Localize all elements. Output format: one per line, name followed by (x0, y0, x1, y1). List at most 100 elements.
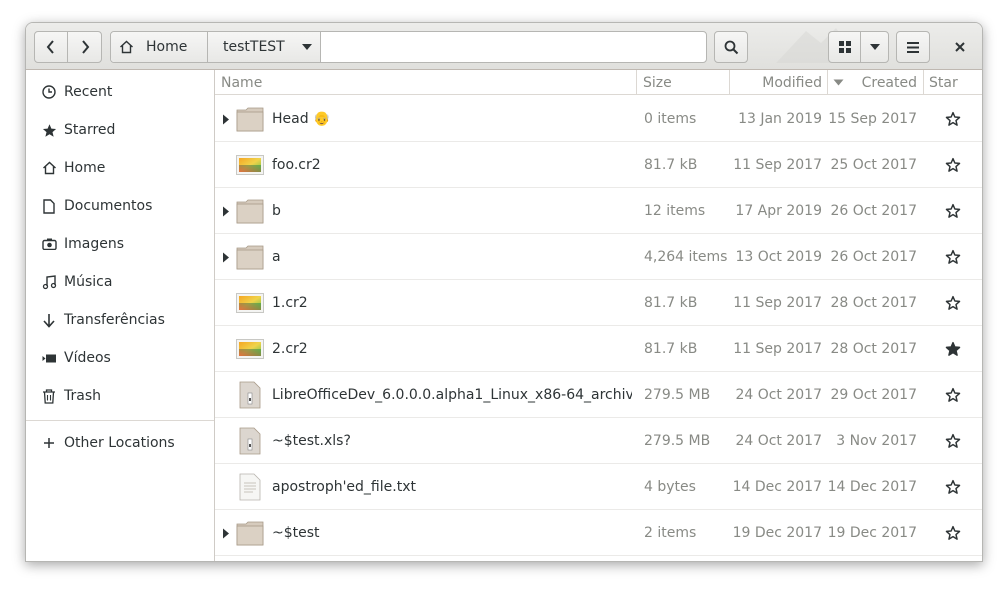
column-header-size[interactable]: Size (643, 70, 728, 95)
file-row[interactable]: ~$test 2 items 19 Dec 2017 19 Dec 2017 (215, 510, 982, 556)
column-separator[interactable] (827, 70, 828, 95)
view-options-button[interactable] (860, 31, 889, 63)
file-created: 26 Oct 2017 (820, 234, 917, 280)
file-row[interactable]: b 12 items 17 Apr 2019 26 Oct 2017 (215, 188, 982, 234)
chevron-down-icon (301, 44, 312, 50)
download-arrow-icon (41, 312, 57, 328)
video-icon (41, 350, 57, 366)
star-outline-icon[interactable] (938, 142, 968, 188)
grid-view-button[interactable] (828, 31, 861, 63)
column-header-modified[interactable]: Modified (735, 70, 822, 95)
path-current-button[interactable]: testTEST (208, 32, 321, 62)
sidebar-item-label: Transferências (64, 312, 165, 328)
file-size-text: 279.5 MB (644, 433, 711, 449)
sidebar-item-videos[interactable]: Vídeos (26, 339, 214, 377)
column-header-created[interactable]: Created (833, 70, 917, 95)
folder-icon (235, 234, 265, 280)
file-row[interactable]: 1.cr2 81.7 kB 11 Sep 2017 28 Oct 2017 (215, 280, 982, 326)
file-modified-text: 17 Apr 2019 (735, 203, 822, 219)
star-outline-icon[interactable] (938, 188, 968, 234)
expander-arrow-icon[interactable] (219, 188, 233, 234)
path-bar: Home testTEST (110, 31, 707, 63)
folder-icon (235, 188, 265, 234)
file-modified: 11 Sep 2017 (725, 280, 822, 326)
file-row[interactable]: apostroph'ed_file.txt 4 bytes 14 Dec 2017 1… (215, 464, 982, 510)
file-size-text: 0 items (644, 111, 697, 127)
window-close-button[interactable] (944, 31, 976, 63)
star-filled-icon[interactable] (938, 326, 968, 372)
file-row[interactable]: 2.cr2 81.7 kB 11 Sep 2017 28 Oct 2017 (215, 326, 982, 372)
file-created-text: 19 Dec 2017 (827, 525, 917, 541)
file-modified: 24 Oct 2017 (725, 372, 822, 418)
sidebar-item-label: Trash (64, 388, 101, 404)
star-outline-icon[interactable] (938, 234, 968, 280)
file-modified: 17 Apr 2019 (725, 188, 822, 234)
column-header-name[interactable]: Name (221, 70, 631, 95)
back-button[interactable] (34, 31, 68, 63)
file-row[interactable]: a 4,264 items 13 Oct 2019 26 Oct 2017 (215, 234, 982, 280)
file-name: 1.cr2 (272, 280, 632, 326)
file-name: LibreOfficeDev_6.0.0.0.alpha1_Linux_x86-… (272, 372, 632, 418)
file-created-text: 29 Oct 2017 (830, 387, 917, 403)
star-outline-icon[interactable] (938, 372, 968, 418)
sidebar-item-musica[interactable]: Música (26, 263, 214, 301)
path-home-button[interactable]: Home (111, 32, 208, 62)
column-separator[interactable] (636, 70, 637, 95)
sidebar: Recent Starred Home Documentos Imagens M… (26, 70, 215, 561)
sidebar-item-recent[interactable]: Recent (26, 73, 214, 111)
file-created-text: 25 Oct 2017 (830, 157, 917, 173)
archive-file-icon (235, 372, 265, 418)
file-size: 81.7 kB (644, 142, 734, 188)
path-current-label: testTEST (223, 39, 285, 55)
file-row[interactable]: ~$test.xls? 279.5 MB 24 Oct 2017 3 Nov 2017 (215, 418, 982, 464)
column-separator[interactable] (729, 70, 730, 95)
file-created: 28 Oct 2017 (820, 326, 917, 372)
sidebar-item-imagens[interactable]: Imagens (26, 225, 214, 263)
text-file-icon (235, 464, 265, 510)
file-size: 12 items (644, 188, 734, 234)
file-created-text: 26 Oct 2017 (830, 249, 917, 265)
file-size: 279.5 MB (644, 418, 734, 464)
home-icon (120, 40, 133, 54)
file-name: a (272, 234, 632, 280)
sidebar-item-label: Vídeos (64, 350, 111, 366)
trash-icon (41, 388, 57, 404)
file-name-text: LibreOfficeDev_6.0.0.0.alpha1_Linux_x86-… (272, 387, 632, 403)
sidebar-item-starred[interactable]: Starred (26, 111, 214, 149)
file-size: 4,264 items (644, 234, 734, 280)
sidebar-item-documentos[interactable]: Documentos (26, 187, 214, 225)
file-size: 279.5 MB (644, 372, 734, 418)
file-row[interactable]: LibreOfficeDev_6.0.0.0.alpha1_Linux_x86-… (215, 372, 982, 418)
sidebar-item-other-locations[interactable]: Other Locations (26, 424, 214, 462)
home-icon (41, 160, 57, 176)
file-name: 2.cr2 (272, 326, 632, 372)
main-menu-button[interactable] (896, 31, 930, 63)
file-row[interactable]: foo.cr2 81.7 kB 11 Sep 2017 25 Oct 2017 (215, 142, 982, 188)
expander-arrow-icon[interactable] (219, 510, 233, 556)
star-outline-icon[interactable] (938, 464, 968, 510)
sidebar-item-home[interactable]: Home (26, 149, 214, 187)
star-outline-icon[interactable] (938, 96, 968, 142)
sidebar-item-transferencias[interactable]: Transferências (26, 301, 214, 339)
sidebar-item-trash[interactable]: Trash (26, 377, 214, 415)
search-button[interactable] (714, 31, 748, 63)
forward-button[interactable] (67, 31, 102, 63)
file-created: 3 Nov 2017 (820, 418, 917, 464)
expander-arrow-icon[interactable] (219, 234, 233, 280)
go-next-icon (81, 40, 89, 54)
file-size: 81.7 kB (644, 280, 734, 326)
file-list: Name Size Modified Created Star Head 👴 0 … (215, 70, 982, 561)
sidebar-item-label: Home (64, 160, 106, 176)
column-header-star[interactable]: Star (929, 70, 969, 95)
file-modified-text: 24 Oct 2017 (735, 387, 822, 403)
column-separator[interactable] (923, 70, 924, 95)
file-row[interactable]: Head 👴 0 items 13 Jan 2019 15 Sep 2017 (215, 96, 982, 142)
image-file-icon (235, 142, 265, 188)
star-outline-icon[interactable] (938, 418, 968, 464)
star-outline-icon[interactable] (938, 280, 968, 326)
clock-icon (41, 84, 57, 100)
expander-arrow-icon[interactable] (219, 96, 233, 142)
star-outline-icon[interactable] (938, 510, 968, 556)
file-modified-text: 13 Oct 2019 (735, 249, 822, 265)
file-modified: 24 Oct 2017 (725, 418, 822, 464)
